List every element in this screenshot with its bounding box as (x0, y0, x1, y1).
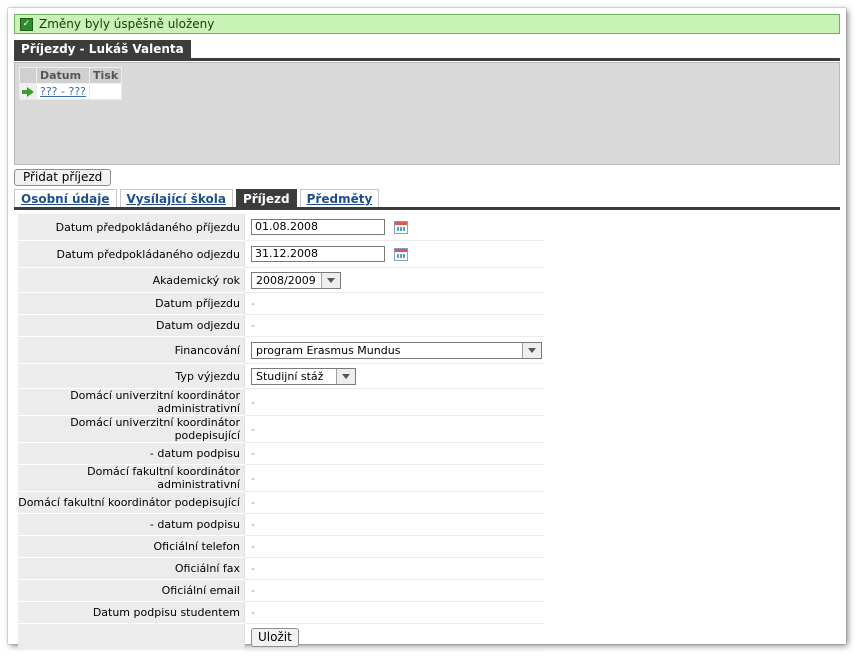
value-official-fax: - (244, 557, 545, 580)
tab-sending-school[interactable]: Vysílající škola (119, 189, 233, 207)
form-row-arrival-expected: Datum předpokládaného příjezdu 01.08.200… (18, 214, 545, 241)
arrival-date-link[interactable]: ??? - ??? (40, 85, 86, 98)
form-row-financing: Financování program Erasmus Mundus (18, 336, 545, 364)
arrow-right-icon (22, 87, 34, 97)
label-save-empty (18, 623, 245, 651)
trip-type-select[interactable]: Studijní stáž (251, 367, 356, 385)
success-message: ✓ Změny byly úspěšně uloženy (14, 14, 840, 34)
calendar-icon[interactable] (394, 220, 408, 234)
value-home-fac-signing: - (244, 491, 545, 514)
form-row-home-fac-sign-date: - datum podpisu - (18, 513, 545, 536)
form-row-home-uni-signing: Domácí univerzitní koordinátor podepisuj… (18, 415, 545, 443)
label-trip-type: Typ výjezdu (18, 363, 245, 389)
financing-value: program Erasmus Mundus (256, 343, 401, 357)
tab-bar: Osobní údaje Vysílající škola Příjezd Př… (14, 189, 382, 207)
label-home-fac-signing: Domácí fakultní koordinátor podepisující (18, 491, 245, 514)
arrival-expected-input[interactable]: 01.08.2008 (251, 219, 385, 235)
label-official-email: Oficiální email (18, 579, 245, 602)
label-arrival-expected: Datum předpokládaného příjezdu (18, 214, 245, 241)
form-row-arrival-date: Datum příjezdu - (18, 292, 545, 315)
tab-subjects[interactable]: Předměty (299, 189, 380, 207)
value-academic-year: 2008/2009 (244, 267, 545, 293)
panel-divider (14, 58, 840, 61)
grid-header-datum: Datum (36, 67, 90, 84)
check-icon: ✓ (20, 17, 33, 31)
value-departure-date: - (244, 314, 545, 337)
chevron-down-icon (336, 368, 355, 384)
chevron-down-icon (522, 342, 541, 358)
grid-header-tisk: Tisk (88, 67, 123, 84)
label-home-uni-signing: Domácí univerzitní koordinátor podepisuj… (18, 415, 245, 443)
academic-year-value: 2008/2009 (256, 273, 316, 287)
label-home-uni-admin: Domácí univerzitní koordinátor administr… (18, 388, 245, 416)
value-arrival-expected: 01.08.2008 (244, 214, 545, 241)
tabs-divider (14, 207, 840, 210)
financing-select[interactable]: program Erasmus Mundus (251, 341, 542, 359)
label-home-fac-admin: Domácí fakultní koordinátor administrati… (18, 464, 245, 492)
value-departure-expected: 31.12.2008 (244, 240, 545, 268)
form-row-official-email: Oficiální email - (18, 579, 545, 602)
form-row-official-fax: Oficiální fax - (18, 557, 545, 580)
form-row-save: Uložit (18, 623, 545, 651)
form-row-home-uni-admin: Domácí univerzitní koordinátor administr… (18, 388, 545, 416)
value-home-fac-sign-date: - (244, 513, 545, 536)
grid-cell-tisk (88, 83, 123, 100)
form-row-student-sign-date: Datum podpisu studentem - (18, 601, 545, 624)
add-arrival-button[interactable]: Přidat příjezd (14, 169, 112, 186)
label-home-fac-sign-date: - datum podpisu (18, 513, 245, 536)
label-financing: Financování (18, 336, 245, 364)
label-departure-expected: Datum předpokládaného odjezdu (18, 240, 245, 268)
value-home-uni-sign-date: - (244, 442, 545, 465)
form-row-home-uni-sign-date: - datum podpisu - (18, 442, 545, 465)
arrival-form: Datum předpokládaného příjezdu 01.08.200… (18, 214, 545, 651)
window-frame: ✓ Změny byly úspěšně uloženy Příjezdy - … (8, 8, 846, 651)
label-home-uni-sign-date: - datum podpisu (18, 442, 245, 465)
panel-title: Příjezdy - Lukáš Valenta (14, 40, 191, 58)
form-row-departure-date: Datum odjezdu - (18, 314, 545, 337)
arrivals-grid-panel: Datum Tisk ??? - ??? (14, 62, 840, 165)
departure-expected-input[interactable]: 31.12.2008 (251, 246, 385, 262)
save-button[interactable]: Uložit (251, 627, 299, 647)
grid-header-pointer (19, 67, 37, 84)
form-row-departure-expected: Datum předpokládaného odjezdu 31.12.2008 (18, 240, 545, 268)
grid-row-pointer (19, 83, 37, 100)
value-official-phone: - (244, 535, 545, 558)
table-row[interactable]: ??? - ??? (19, 83, 123, 100)
form-row-trip-type: Typ výjezdu Studijní stáž (18, 363, 545, 389)
value-save: Uložit (244, 623, 545, 651)
label-student-sign-date: Datum podpisu studentem (18, 601, 245, 624)
value-home-uni-admin: - (244, 388, 545, 416)
calendar-icon[interactable] (394, 247, 408, 261)
arrivals-grid: Datum Tisk ??? - ??? (19, 67, 123, 100)
form-row-home-fac-admin: Domácí fakultní koordinátor administrati… (18, 464, 545, 492)
value-home-uni-signing: - (244, 415, 545, 443)
grid-cell-datum: ??? - ??? (36, 83, 90, 100)
form-row-academic-year: Akademický rok 2008/2009 (18, 267, 545, 293)
form-row-home-fac-signing: Domácí fakultní koordinátor podepisující… (18, 491, 545, 514)
label-departure-date: Datum odjezdu (18, 314, 245, 337)
form-row-official-phone: Oficiální telefon - (18, 535, 545, 558)
value-financing: program Erasmus Mundus (244, 336, 545, 364)
label-academic-year: Akademický rok (18, 267, 245, 293)
label-arrival-date: Datum příjezdu (18, 292, 245, 315)
label-official-phone: Oficiální telefon (18, 535, 245, 558)
value-official-email: - (244, 579, 545, 602)
value-student-sign-date: - (244, 601, 545, 624)
tab-arrival[interactable]: Příjezd (235, 189, 297, 207)
value-home-fac-admin: - (244, 464, 545, 492)
academic-year-select[interactable]: 2008/2009 (251, 271, 341, 289)
chevron-down-icon (321, 272, 340, 288)
label-official-fax: Oficiální fax (18, 557, 245, 580)
success-message-text: Změny byly úspěšně uloženy (39, 17, 215, 31)
value-arrival-date: - (244, 292, 545, 315)
tab-personal-data[interactable]: Osobní údaje (14, 189, 117, 207)
trip-type-value: Studijní stáž (256, 369, 324, 383)
value-trip-type: Studijní stáž (244, 363, 545, 389)
